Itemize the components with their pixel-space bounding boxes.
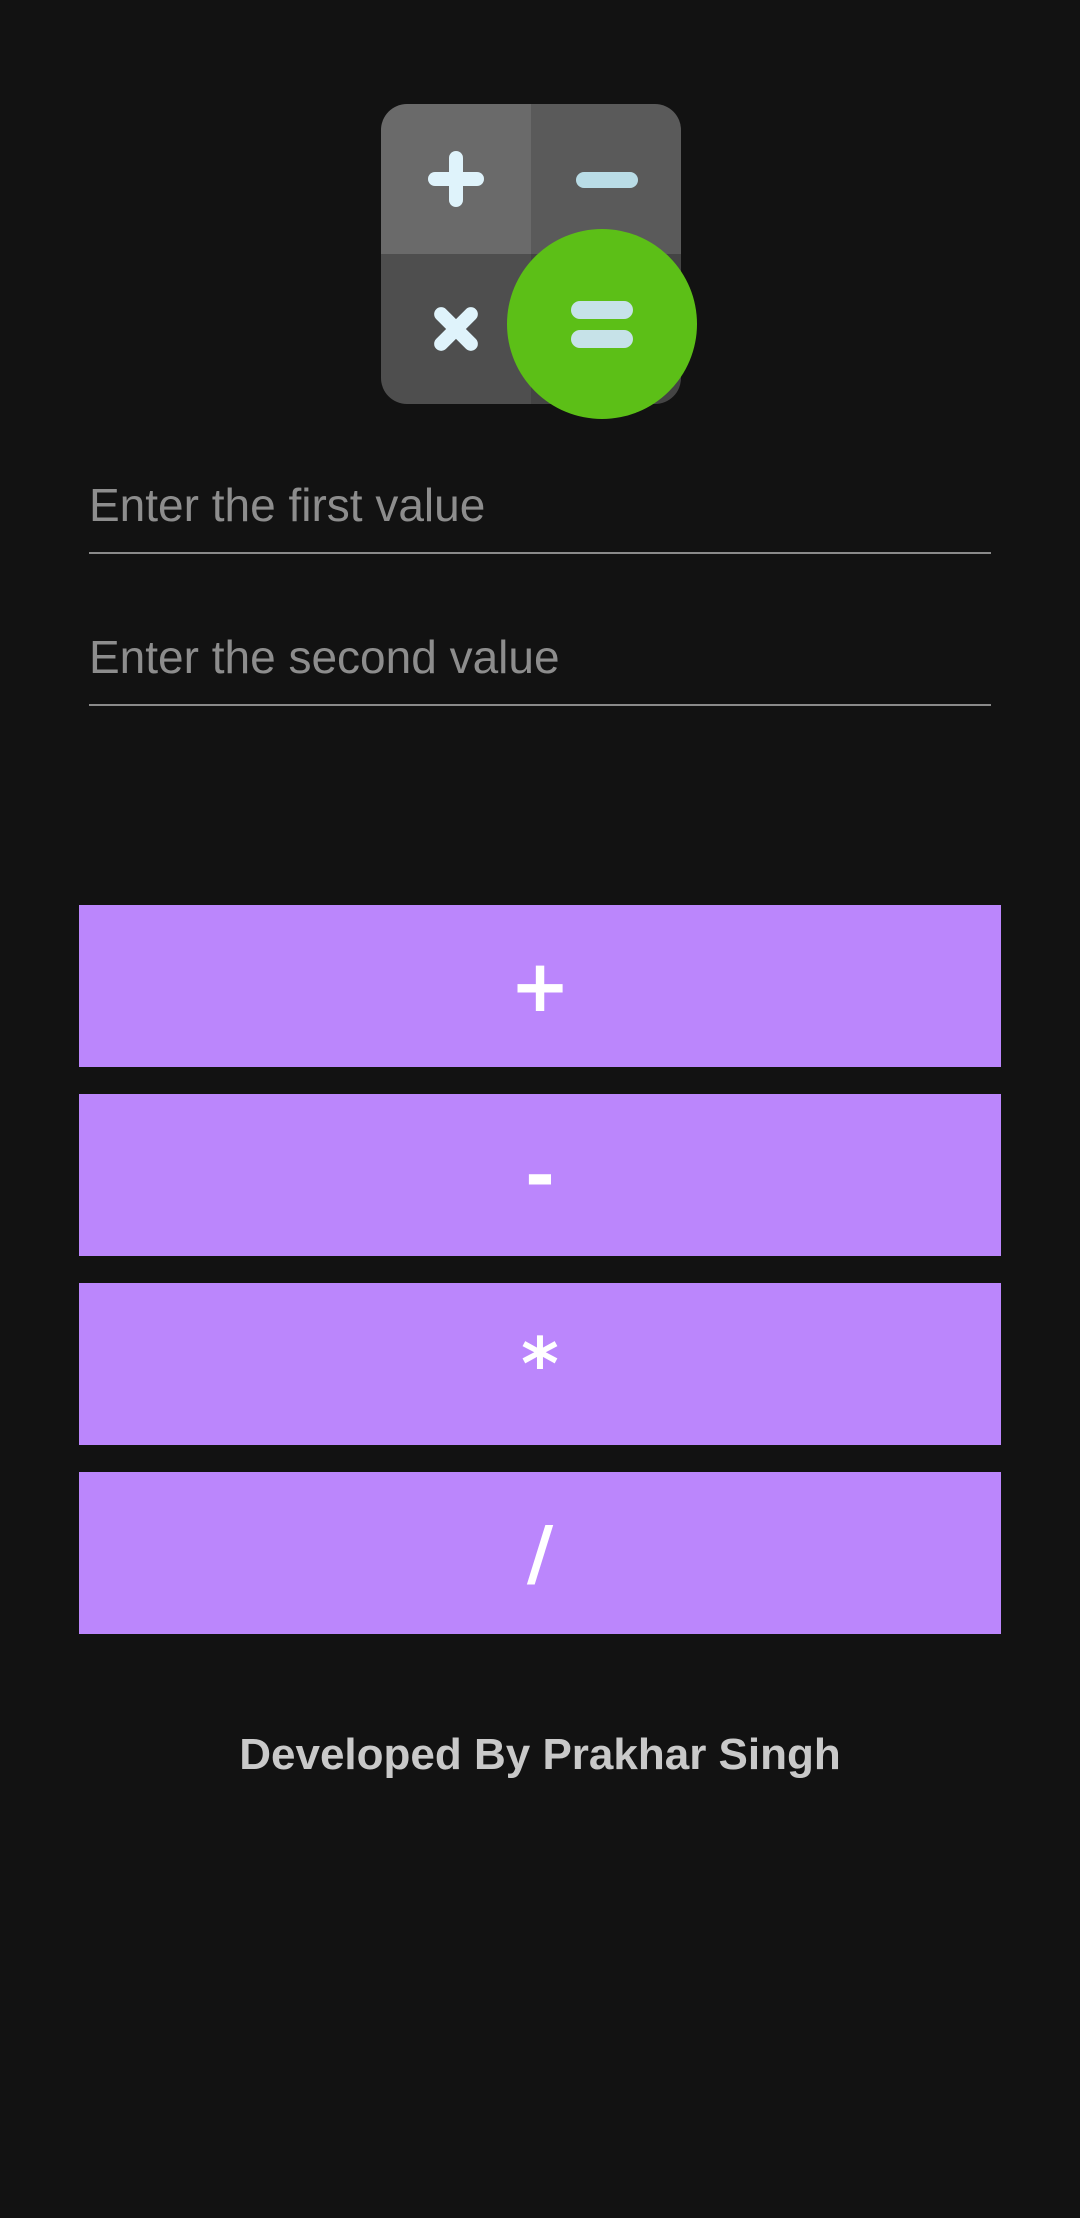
equals-badge xyxy=(507,229,697,419)
multiply-button[interactable]: * xyxy=(79,1283,1001,1445)
second-value-input[interactable] xyxy=(89,622,991,706)
first-value-input[interactable] xyxy=(89,470,991,554)
calculator-logo xyxy=(381,104,697,420)
add-button[interactable]: + xyxy=(79,905,1001,1067)
subtract-button[interactable]: - xyxy=(79,1094,1001,1256)
divide-button[interactable]: / xyxy=(79,1472,1001,1634)
equals-icon xyxy=(571,301,633,348)
developer-credit: Developed By Prakhar Singh xyxy=(239,1730,841,1779)
